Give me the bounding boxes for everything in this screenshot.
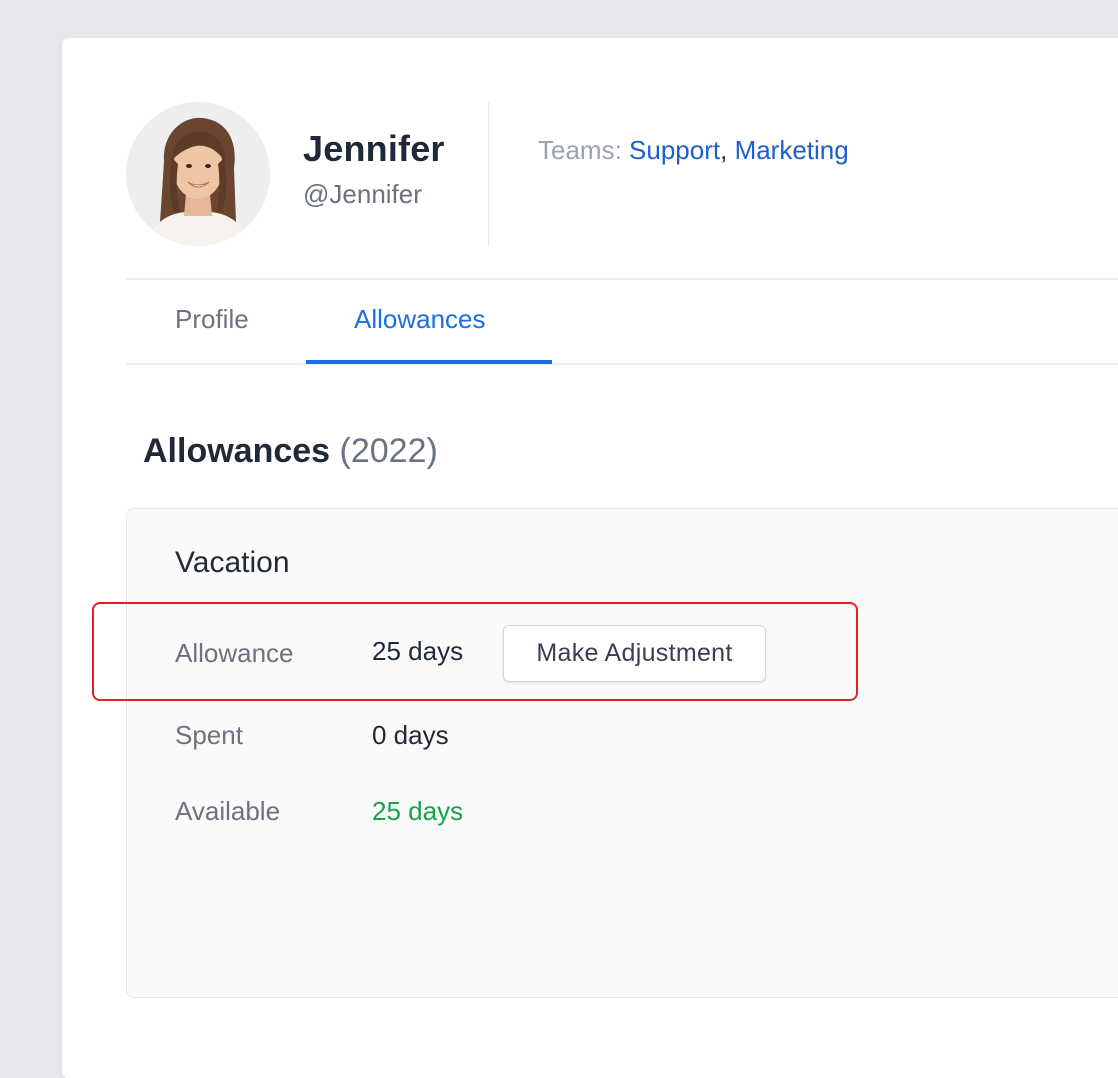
user-name: Jennifer xyxy=(303,128,445,169)
user-handle: @Jennifer xyxy=(303,179,422,209)
section-year: (2022) xyxy=(339,432,438,470)
tab-profile[interactable]: Profile xyxy=(175,304,249,335)
tabs-rule xyxy=(126,363,1118,365)
allowance-label: Allowance xyxy=(175,638,294,668)
available-label: Available xyxy=(175,796,281,826)
available-value: 25 days xyxy=(372,796,464,826)
avatar xyxy=(126,102,270,246)
make-adjustment-button[interactable]: Make Adjustment xyxy=(503,625,766,682)
spent-label: Spent xyxy=(175,720,243,750)
user-photo-icon xyxy=(126,102,270,246)
header-rule xyxy=(126,278,1118,280)
section-title: Allowances (2022) xyxy=(143,432,438,471)
team-link-support[interactable]: Support xyxy=(629,135,720,165)
tab-allowances[interactable]: Allowances xyxy=(354,304,486,335)
header-divider xyxy=(488,102,489,246)
active-tab-indicator xyxy=(306,360,552,364)
spent-value: 0 days xyxy=(372,720,449,750)
teams-line: Teams: Support, Marketing xyxy=(538,135,849,166)
allowance-value: 25 days xyxy=(372,636,464,666)
teams-label: Teams: xyxy=(538,135,630,165)
user-card: Jennifer @Jennifer Teams: Support, Marke… xyxy=(62,38,1118,1078)
vacation-title: Vacation xyxy=(175,546,290,579)
section-title-text: Allowances xyxy=(143,432,331,470)
vacation-panel xyxy=(126,508,1118,998)
teams-separator: , xyxy=(720,135,735,165)
team-link-marketing[interactable]: Marketing xyxy=(735,135,849,165)
